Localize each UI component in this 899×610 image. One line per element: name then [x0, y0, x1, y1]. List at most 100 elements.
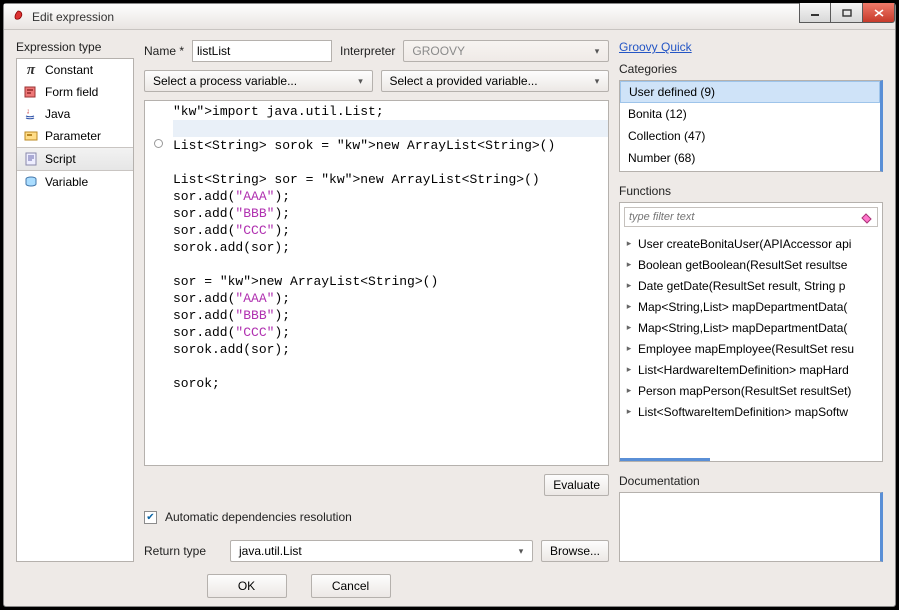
- expand-icon[interactable]: ▸: [624, 344, 634, 354]
- titlebar[interactable]: Edit expression: [4, 4, 895, 30]
- return-type-value: java.util.List: [239, 544, 302, 558]
- type-item-constant[interactable]: π Constant: [17, 59, 133, 81]
- code-line[interactable]: [173, 358, 608, 375]
- java-icon: [23, 106, 39, 122]
- expand-icon[interactable]: ▸: [624, 323, 634, 333]
- functions-filter-input[interactable]: [624, 207, 878, 227]
- documentation-box: [619, 492, 883, 562]
- function-item[interactable]: ▸ User createBonitaUser(APIAccessor api: [620, 233, 882, 254]
- categories-title: Categories: [619, 62, 883, 76]
- expand-icon[interactable]: ▸: [624, 239, 634, 249]
- type-item-parameter[interactable]: Parameter: [17, 125, 133, 147]
- auto-deps-checkbox[interactable]: ✔: [144, 511, 157, 524]
- code-line[interactable]: List<String> sor = "kw">new ArrayList<St…: [173, 171, 608, 188]
- expand-icon[interactable]: ▸: [624, 281, 634, 291]
- scrollbar-horizontal[interactable]: [620, 458, 710, 461]
- close-button[interactable]: [863, 3, 895, 23]
- code-line[interactable]: [173, 120, 608, 137]
- function-item[interactable]: ▸Date getDate(ResultSet result, String p: [620, 275, 882, 296]
- maximize-button[interactable]: [831, 3, 863, 23]
- cancel-button[interactable]: Cancel: [311, 574, 391, 598]
- process-variable-label: Select a process variable...: [153, 74, 297, 88]
- function-label: Person mapPerson(ResultSet resultSet): [638, 384, 851, 398]
- code-line[interactable]: sor.add("CCC");: [173, 324, 608, 341]
- sidebar-title: Expression type: [16, 40, 134, 54]
- parameter-icon: [23, 128, 39, 144]
- function-item[interactable]: ▸Map<String,List> mapDepartmentData(: [620, 317, 882, 338]
- auto-deps-label: Automatic dependencies resolution: [165, 510, 352, 524]
- chevron-down-icon: ▾: [590, 74, 604, 88]
- expand-icon[interactable]: ▸: [624, 407, 634, 417]
- fold-marker-icon[interactable]: [154, 139, 163, 148]
- chevron-down-icon: ▾: [354, 74, 368, 88]
- code-line[interactable]: "kw">import java.util.List;: [173, 103, 608, 120]
- interpreter-value: GROOVY: [412, 44, 465, 58]
- interpreter-dropdown[interactable]: GROOVY ▾: [403, 40, 609, 62]
- function-label: Employee mapEmployee(ResultSet resu: [638, 342, 854, 356]
- function-item[interactable]: ▸ Person mapPerson(ResultSet resultSet): [620, 380, 882, 401]
- editor-content[interactable]: "kw">import java.util.List; List<String>…: [173, 101, 608, 465]
- evaluate-button[interactable]: Evaluate: [544, 474, 609, 496]
- dialog-window: Edit expression Expression type π Consta…: [3, 3, 896, 607]
- chevron-down-icon: ▾: [590, 44, 604, 58]
- documentation-title: Documentation: [619, 474, 883, 488]
- function-label: User createBonitaUser(APIAccessor api: [638, 237, 851, 251]
- category-item[interactable]: User defined (9): [620, 81, 880, 103]
- return-type-dropdown[interactable]: java.util.List ▾: [230, 540, 533, 562]
- app-icon: [10, 9, 26, 25]
- provided-variable-dropdown[interactable]: Select a provided variable... ▾: [381, 70, 610, 92]
- category-item[interactable]: Bonita (12): [620, 103, 880, 125]
- ok-button[interactable]: OK: [207, 574, 287, 598]
- type-item-variable[interactable]: Variable: [17, 171, 133, 193]
- function-label: List<SoftwareItemDefinition> mapSoftw: [638, 405, 848, 419]
- browse-button[interactable]: Browse...: [541, 540, 609, 562]
- process-variable-dropdown[interactable]: Select a process variable... ▾: [144, 70, 373, 92]
- code-line[interactable]: [173, 256, 608, 273]
- provided-variable-label: Select a provided variable...: [390, 74, 538, 88]
- function-item[interactable]: ▸ Map<String,List> mapDepartmentData(: [620, 296, 882, 317]
- code-line[interactable]: sor.add("BBB");: [173, 307, 608, 324]
- code-line[interactable]: sorok.add(sor);: [173, 239, 608, 256]
- type-item-script[interactable]: Script: [17, 147, 133, 171]
- eraser-icon[interactable]: [858, 209, 874, 225]
- function-item[interactable]: ▸Boolean getBoolean(ResultSet resultse: [620, 254, 882, 275]
- function-item[interactable]: ▸ Employee mapEmployee(ResultSet resu: [620, 338, 882, 359]
- code-line[interactable]: sorok.add(sor);: [173, 341, 608, 358]
- functions-tree[interactable]: ▸ User createBonitaUser(APIAccessor api ▸B…: [620, 231, 882, 458]
- type-label: Parameter: [45, 129, 101, 143]
- type-item-formfield[interactable]: Form field: [17, 81, 133, 103]
- code-line[interactable]: sor.add("AAA");: [173, 188, 608, 205]
- function-item[interactable]: ▸List<HardwareItemDefinition> mapHard: [620, 359, 882, 380]
- type-item-java[interactable]: Java: [17, 103, 133, 125]
- code-line[interactable]: sor.add("BBB");: [173, 205, 608, 222]
- type-label: Constant: [45, 63, 93, 77]
- functions-panel: ▸ User createBonitaUser(APIAccessor api ▸B…: [619, 202, 883, 462]
- code-line[interactable]: sorok;: [173, 375, 608, 392]
- expand-icon[interactable]: ▸: [624, 302, 634, 312]
- function-item[interactable]: ▸ List<SoftwareItemDefinition> mapSoftw: [620, 401, 882, 422]
- expression-type-list[interactable]: π Constant Form field Java Parameter: [16, 58, 134, 562]
- form-icon: [23, 84, 39, 100]
- expand-icon[interactable]: ▸: [624, 260, 634, 270]
- code-line[interactable]: sor = "kw">new ArrayList<String>(): [173, 273, 608, 290]
- code-line[interactable]: sor.add("AAA");: [173, 290, 608, 307]
- category-item[interactable]: Number (68): [620, 147, 880, 169]
- groovy-quick-link[interactable]: Groovy Quick: [619, 40, 883, 54]
- expand-icon[interactable]: ▸: [624, 365, 634, 375]
- minimize-button[interactable]: [799, 3, 831, 23]
- name-input[interactable]: [192, 40, 332, 62]
- pi-icon: π: [23, 62, 39, 78]
- type-label: Variable: [45, 175, 88, 189]
- functions-title: Functions: [619, 184, 883, 198]
- category-item[interactable]: Collection (47): [620, 125, 880, 147]
- function-label: Map<String,List> mapDepartmentData(: [638, 300, 847, 314]
- expand-icon[interactable]: ▸: [624, 386, 634, 396]
- categories-list[interactable]: User defined (9) Bonita (12) Collection …: [619, 80, 883, 172]
- code-editor[interactable]: "kw">import java.util.List; List<String>…: [144, 100, 609, 466]
- code-line[interactable]: [173, 154, 608, 171]
- window-controls: [799, 3, 895, 23]
- sidebar: Expression type π Constant Form field Ja…: [16, 40, 134, 562]
- code-line[interactable]: sor.add("CCC");: [173, 222, 608, 239]
- interpreter-label: Interpreter: [340, 44, 395, 58]
- code-line[interactable]: List<String> sorok = "kw">new ArrayList<…: [173, 137, 608, 154]
